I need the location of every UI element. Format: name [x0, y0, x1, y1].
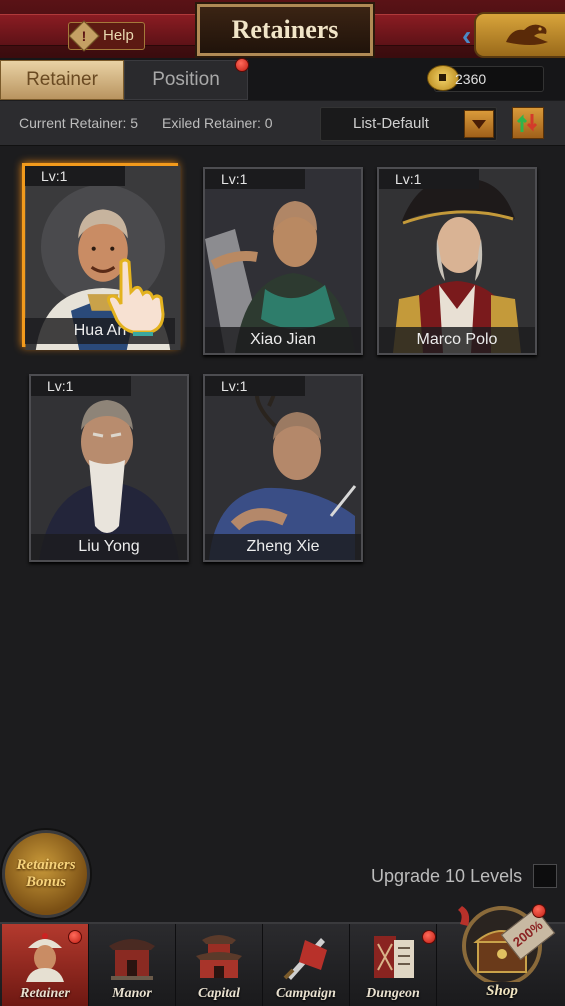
sort-dropdown[interactable]: List-Default — [320, 107, 497, 141]
up-down-arrows-icon — [516, 114, 538, 132]
nav-label: Capital — [197, 986, 240, 1001]
retainer-notification-dot — [68, 930, 82, 944]
marco-polo-portrait — [379, 169, 535, 353]
retainer-name: Marco Polo — [379, 327, 535, 353]
dungeon-icon — [374, 936, 414, 978]
zheng-xie-portrait — [205, 376, 361, 560]
campaign-icon — [283, 938, 327, 980]
nav-campaign[interactable]: Campaign — [263, 924, 350, 1006]
currency-value: 2360 — [455, 71, 487, 87]
tab-retainer[interactable]: Retainer — [0, 60, 124, 100]
nav-label: Manor — [112, 986, 152, 1001]
retainer-card-zheng-xie[interactable]: Lv:1 Zheng Xie — [203, 374, 363, 562]
nav-label: Retainer — [20, 986, 70, 1001]
back-button[interactable]: ‹ — [462, 12, 565, 58]
upgrade-10-levels-label: Upgrade 10 Levels — [371, 866, 523, 886]
exiled-retainer-count: Exiled Retainer: 0 — [162, 115, 273, 131]
retainer-info-bar: Current Retainer: 5 Exiled Retainer: 0 L… — [0, 101, 565, 146]
page-title: Retainers — [197, 4, 373, 56]
retainer-name: Xiao Jian — [205, 327, 361, 353]
retainer-icon — [26, 933, 64, 982]
retainer-card-hua-an[interactable]: Lv:1 Hua An — [22, 163, 181, 350]
nav-label: Shop — [486, 983, 518, 999]
retainer-card-marco-polo[interactable]: Lv:1 Marco Polo — [377, 167, 537, 355]
retainer-level: Lv:1 — [205, 169, 305, 189]
exclamation-icon: ! — [68, 20, 100, 52]
retainer-level: Lv:1 — [379, 169, 479, 189]
help-label: Help — [103, 27, 134, 44]
position-notification-dot — [235, 58, 249, 72]
nav-capital[interactable]: Capital — [176, 924, 263, 1006]
help-button[interactable]: ! Help — [68, 20, 145, 52]
retainer-card-liu-yong[interactable]: Lv:1 Liu Yong — [29, 374, 189, 562]
nav-dungeon[interactable]: Dungeon — [350, 924, 437, 1006]
upgrade-10-levels-checkbox[interactable] — [533, 864, 557, 888]
currency-display: 2360 — [427, 65, 544, 92]
tab-position[interactable]: Position — [124, 60, 248, 100]
xiao-jian-portrait — [205, 169, 361, 353]
retainer-card-xiao-jian[interactable]: Lv:1 Xiao Jian — [203, 167, 363, 355]
retainer-level: Lv:1 — [205, 376, 305, 396]
chevron-down-icon[interactable] — [464, 110, 494, 138]
retainer-name: Zheng Xie — [205, 534, 361, 560]
sort-order-button[interactable] — [512, 107, 544, 139]
nav-manor[interactable]: Manor — [89, 924, 176, 1006]
current-retainer-count: Current Retainer: 5 — [19, 115, 139, 131]
header-bar: ! Help Retainers ‹ — [0, 0, 565, 60]
dungeon-notification-dot — [422, 930, 436, 944]
nav-label: Campaign — [276, 986, 336, 1001]
nav-retainer[interactable]: Retainer — [2, 924, 89, 1006]
manor-icon — [109, 939, 155, 980]
nav-shop[interactable]: 200% Shop — [452, 902, 556, 1004]
retainers-bonus-button[interactable]: Retainers Bonus — [2, 830, 90, 918]
nav-label: Dungeon — [366, 986, 420, 1001]
bonus-line-2: Bonus — [25, 874, 67, 890]
bonus-line-1: Retainers — [16, 857, 76, 873]
dragon-back-icon — [506, 24, 548, 45]
retainer-level: Lv:1 — [31, 376, 131, 396]
liu-yong-portrait — [31, 376, 187, 560]
tap-hand-icon — [107, 258, 165, 336]
retainer-name: Liu Yong — [31, 534, 187, 560]
shop-notification-dot — [532, 904, 546, 918]
sort-selected-value: List-Default — [353, 115, 429, 132]
capital-icon — [196, 935, 242, 978]
retainer-level: Lv:1 — [25, 166, 125, 186]
chevron-left-icon: ‹ — [462, 20, 472, 51]
